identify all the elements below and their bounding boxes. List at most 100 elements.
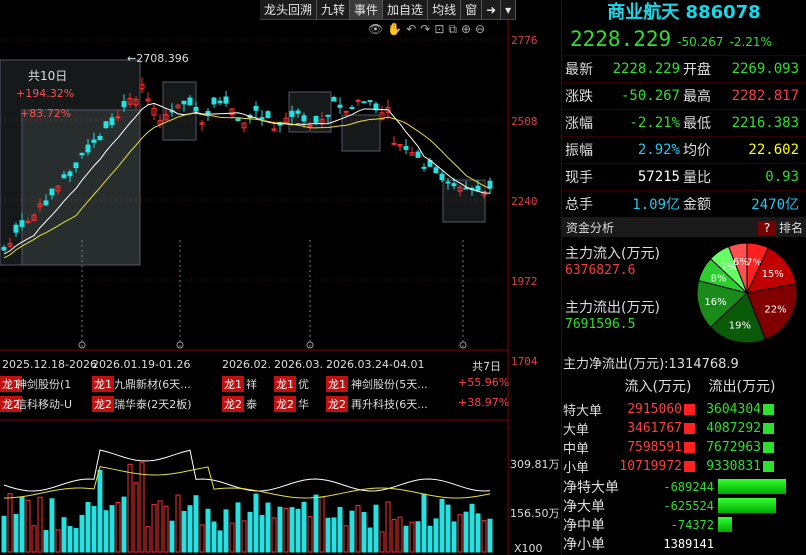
volume-bar [67, 526, 73, 553]
arrow-right-icon[interactable]: ➜ [482, 0, 502, 19]
period-2[interactable]: 2026.02. [222, 358, 271, 371]
volume-bar [61, 517, 67, 553]
quote-value: 2228.229 [612, 61, 680, 77]
volume-bar [103, 510, 109, 553]
chevron-down-icon[interactable]: ▾ [501, 0, 517, 19]
candle-body [193, 106, 199, 112]
net-outflow: 主力净流出(万元):1314768.9 [563, 357, 739, 372]
help-icon[interactable]: ? [758, 220, 776, 235]
period-0[interactable]: 2025.12.18-2026 [2, 358, 97, 371]
eye-icon[interactable]: 👁 [368, 22, 383, 37]
leader-stock[interactable]: 泰 [246, 396, 257, 412]
leader-stock[interactable]: 华 [298, 396, 309, 412]
toolbar-item-2[interactable]: 事件 [350, 0, 384, 19]
volume-bar [223, 509, 229, 553]
leader-stock[interactable]: 信科移动-U [16, 396, 72, 412]
candle-body [181, 100, 187, 105]
candle-body [187, 97, 193, 106]
candle-body [325, 114, 331, 117]
kline-chart[interactable]: 👁 ✋ ↶ ↷ ⊡ ⧉ ⊕ ⊖ 2776 2508 2240 1972 1704… [0, 0, 560, 555]
toolbar-item-4[interactable]: 均线 [428, 0, 462, 19]
current-price: 2228.229 [570, 27, 672, 51]
inflow-box: 主力流入(万元) 6376827.6 [562, 243, 692, 293]
candle-body [355, 99, 361, 102]
leader-stock[interactable]: 祥 [246, 376, 257, 392]
leader-tag: 龙1 [92, 376, 114, 392]
volume-bar [211, 521, 217, 553]
quote-label2: 开盘 [683, 62, 711, 78]
toolbar-item-1[interactable]: 九转 [317, 0, 351, 19]
candle-body [415, 151, 421, 158]
fund-analysis-header: 资金分析 ? 排名 [562, 217, 806, 237]
undo-icon[interactable]: ↶ [406, 22, 416, 37]
candle-body [367, 100, 373, 103]
candle-body [289, 110, 295, 117]
toolbar-item-0[interactable]: 龙头回溯 [260, 0, 318, 19]
volume-bar [421, 493, 427, 553]
quote-value2: 0.93 [765, 169, 799, 185]
quote-value2: 2269.093 [731, 61, 799, 77]
volume-bar [439, 498, 445, 553]
zone-box[interactable] [341, 114, 381, 152]
fund-title[interactable]: 资金分析 [562, 219, 758, 236]
copy-icon[interactable]: ⧉ [448, 22, 457, 37]
candle-body [13, 224, 19, 233]
leader-stock[interactable]: 再升科技(6天... [351, 396, 428, 412]
quote-label2: 均价 [683, 143, 711, 159]
period-3[interactable]: 2026.03. [274, 358, 323, 371]
quote-label: 最新 [565, 62, 593, 78]
volume-bar [361, 512, 367, 553]
volume-bar [337, 506, 343, 553]
kline-svg[interactable] [0, 0, 560, 555]
axis-label-0: 2776 [511, 34, 538, 47]
volume-bar [169, 520, 175, 553]
leader-tag: 龙2 [92, 396, 114, 412]
chart-tools: 👁 ✋ ↶ ↷ ⊡ ⧉ ⊕ ⊖ [368, 22, 485, 37]
pie-label: 8% [711, 273, 727, 284]
candle-body [253, 106, 259, 111]
candle-body [475, 185, 481, 191]
candle-body [103, 121, 109, 129]
toolbar-item-5[interactable]: 窗 [461, 0, 483, 19]
volume-bar [367, 527, 373, 553]
quote-label: 振幅 [565, 143, 593, 159]
volume-bar [73, 528, 79, 553]
leader-stock[interactable]: 神剑股份(1 [16, 376, 71, 392]
volume-bar [19, 496, 25, 553]
zone-box[interactable] [162, 81, 197, 141]
pie-label: 15% [762, 269, 784, 280]
volume-bar [259, 515, 265, 553]
leader-stock[interactable]: 神剑股份(5天... [351, 376, 428, 392]
pie-label: 6% [733, 257, 749, 268]
volume-bar [445, 504, 451, 553]
period-4[interactable]: 2026.03.24-04.01 [326, 358, 424, 371]
period-1[interactable]: 2026.01.19-01.26 [92, 358, 190, 371]
axis-label-3: 1972 [511, 275, 538, 288]
quote-row: 涨跌 -50.267 最高 2282.817 [562, 82, 806, 109]
candle-body [487, 180, 493, 189]
hand-icon[interactable]: ✋ [387, 22, 402, 37]
quote-value2: 22.602 [748, 142, 799, 158]
lock-icon[interactable]: ⊡ [434, 22, 444, 37]
leader-stock[interactable]: 九鼎新材(6天... [114, 376, 191, 392]
candle-body [49, 188, 55, 196]
volume-bar [49, 498, 55, 553]
leader-stock[interactable]: 瑞华泰(2天2板) [114, 396, 192, 412]
period-total: 共7日 [472, 360, 501, 373]
candle-body [43, 200, 49, 206]
quote-value: 2.92% [637, 142, 680, 158]
volume-bar [193, 495, 199, 553]
candle-body [337, 104, 343, 108]
rank-button[interactable]: 排名 [776, 219, 806, 236]
redo-icon[interactable]: ↷ [420, 22, 430, 37]
toolbar-item-3[interactable]: 加自选 [383, 0, 429, 19]
change-pct: -2.21% [729, 35, 772, 49]
leader-stock[interactable]: 优 [298, 376, 309, 392]
volume-bar [79, 514, 85, 553]
outflow-box: 主力流出(万元) 7691596.5 [562, 297, 692, 347]
quote-label: 总手 [565, 197, 593, 213]
leader-tag: 龙2 [274, 396, 296, 412]
volume-bar [403, 525, 409, 553]
zoom-out-icon[interactable]: ⊖ [475, 22, 485, 37]
zoom-in-icon[interactable]: ⊕ [461, 22, 471, 37]
